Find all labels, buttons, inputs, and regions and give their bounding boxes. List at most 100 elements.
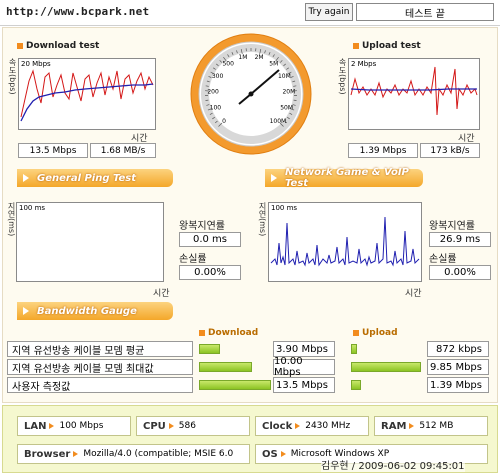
ram-key: RAM <box>381 420 407 432</box>
game-loss-value: 0.00% <box>429 265 491 280</box>
download-mbs-value: 1.68 MB/s <box>90 143 156 158</box>
ping-xlabel: 시간 <box>153 289 170 299</box>
bandwidth-banner-label: Bandwidth Gauge <box>37 305 137 317</box>
ping-scale: 100 ms <box>19 204 46 212</box>
lan-value: 100 Mbps <box>59 421 104 431</box>
download-bar-track <box>199 378 271 392</box>
download-graph <box>20 69 154 122</box>
game-chart: 100 ms <box>268 202 422 282</box>
game-xlabel: 시간 <box>405 289 422 299</box>
cpu-value: 586 <box>178 421 196 431</box>
download-speed-line <box>20 69 154 118</box>
browser-info: Browser Mozilla/4.0 (compatible; MSIE 6.0 <box>17 444 250 464</box>
cpu-info: CPU 586 <box>136 416 250 436</box>
upload-title: Upload test <box>353 41 421 51</box>
upload-bar-fill <box>351 344 358 354</box>
top-bar: http://www.bcpark.net Try again 테스트 끝 <box>0 0 500 26</box>
download-bar-track <box>199 360 271 374</box>
download-title: Download test <box>17 41 99 51</box>
game-rtt-label: 왕복지연률 <box>429 221 475 232</box>
triangle-icon <box>280 451 286 457</box>
clock-key: Clock <box>262 420 293 432</box>
gauge-row-label: 지역 유선방송 케이블 모뎀 평균 <box>7 341 193 357</box>
gauge-download-header: Download <box>199 328 258 338</box>
speedometer-tick-label: 2M <box>255 54 264 61</box>
gauge-row-label: 사용자 측정값 <box>7 377 193 393</box>
speedometer-tick-label: 20M <box>282 88 295 95</box>
ram-info: RAM 512 MB <box>374 416 488 436</box>
ping-test-banner[interactable]: General Ping Test <box>17 169 173 187</box>
arrow-icon <box>23 307 29 315</box>
lan-info: LAN 100 Mbps <box>17 416 131 436</box>
browser-key: Browser <box>24 448 71 460</box>
game-rtt-value: 26.9 ms <box>429 232 491 247</box>
speedometer-tick-label: 10M <box>278 73 291 80</box>
upload-bar-track <box>351 342 421 356</box>
end-test-button[interactable]: 테스트 끝 <box>356 3 494 21</box>
bullet-icon <box>353 330 359 336</box>
triangle-icon <box>73 451 79 457</box>
upload-speed-line <box>350 66 478 116</box>
ping-loss-label: 손실률 <box>179 254 207 265</box>
speedometer-tick-label: 1M <box>238 54 247 61</box>
browser-value: Mozilla/4.0 (compatible; MSIE 6.0 <box>83 449 234 459</box>
gauge-upload-header: Upload <box>353 328 398 338</box>
upload-bar-value: 1.39 Mbps <box>427 377 489 393</box>
download-bar-fill <box>199 380 271 390</box>
game-loss-label: 손실률 <box>429 254 457 265</box>
download-bar-fill <box>199 362 253 372</box>
download-bar-fill <box>199 344 220 354</box>
download-ylabel: 속도(bps) <box>8 58 17 95</box>
game-ylabel: 지연(ms) <box>258 202 267 237</box>
upload-graph <box>350 66 478 116</box>
speedometer-tick-label: 50M <box>280 104 293 111</box>
gauge-upload-header-text: Upload <box>362 328 398 338</box>
speedometer-tick-label: 100 <box>210 104 222 111</box>
ping-chart: 100 ms <box>16 202 164 282</box>
game-banner-label: Network Game & VoIP Test <box>285 167 409 189</box>
lan-key: LAN <box>24 420 47 432</box>
site-url[interactable]: http://www.bcpark.net <box>6 5 149 18</box>
gauge-row-label: 지역 유선방송 케이블 모뎀 최대값 <box>7 359 193 375</box>
speedometer-tick-label: 0 <box>222 118 226 125</box>
timestamp-stamp: 김우현 / 2009-06-02 09:45:01 <box>321 457 465 472</box>
ping-rtt-label: 왕복지연률 <box>179 221 225 232</box>
bandwidth-gauge-banner[interactable]: Bandwidth Gauge <box>17 302 173 320</box>
speed-test-panel: Download test 속도(bps) 20 Mbps 시간 13.5 Mb… <box>2 27 498 403</box>
arrow-icon <box>23 174 29 182</box>
clock-value: 2430 MHz <box>305 421 351 431</box>
upload-mbps-value: 1.39 Mbps <box>348 143 418 158</box>
upload-average-line <box>350 88 477 91</box>
triangle-icon <box>295 423 301 429</box>
game-test-banner[interactable]: Network Game & VoIP Test <box>265 167 423 189</box>
download-bar-track <box>199 342 271 356</box>
game-latency-line <box>270 216 420 267</box>
upload-bar-track <box>351 378 421 392</box>
ping-banner-label: General Ping Test <box>37 172 137 184</box>
bullet-icon <box>199 330 205 336</box>
upload-kbs-value: 173 kB/s <box>420 143 480 158</box>
upload-bar-value: 9.85 Mbps <box>427 359 489 375</box>
try-again-button[interactable]: Try again <box>305 3 353 21</box>
speedometer-tick-label: 5M <box>269 61 278 68</box>
clock-info: Clock 2430 MHz <box>255 416 369 436</box>
download-mbps-value: 13.5 Mbps <box>18 143 88 158</box>
download-chart: 20 Mbps <box>18 58 156 130</box>
triangle-icon <box>49 423 55 429</box>
download-bar-value: 3.90 Mbps <box>273 341 335 357</box>
speedometer-tick-label: 200 <box>207 88 219 95</box>
ram-value: 512 MB <box>419 421 454 431</box>
os-key: OS <box>262 448 278 460</box>
system-info-footer: LAN 100 Mbps CPU 586 Clock 2430 MHz RAM 512 … <box>2 405 498 473</box>
upload-bar-fill <box>351 380 361 390</box>
speedometer-tick-label: 100M <box>270 118 287 125</box>
upload-bar-track <box>351 360 421 374</box>
triangle-icon <box>409 423 415 429</box>
triangle-icon <box>168 423 174 429</box>
download-title-text: Download test <box>26 41 100 51</box>
bullet-icon <box>17 43 23 49</box>
upload-bar-value: 872 kbps <box>427 341 489 357</box>
ping-loss-value: 0.00% <box>179 265 241 280</box>
upload-bar-fill <box>351 362 421 372</box>
download-bar-value: 10.00 Mbps <box>273 356 335 378</box>
